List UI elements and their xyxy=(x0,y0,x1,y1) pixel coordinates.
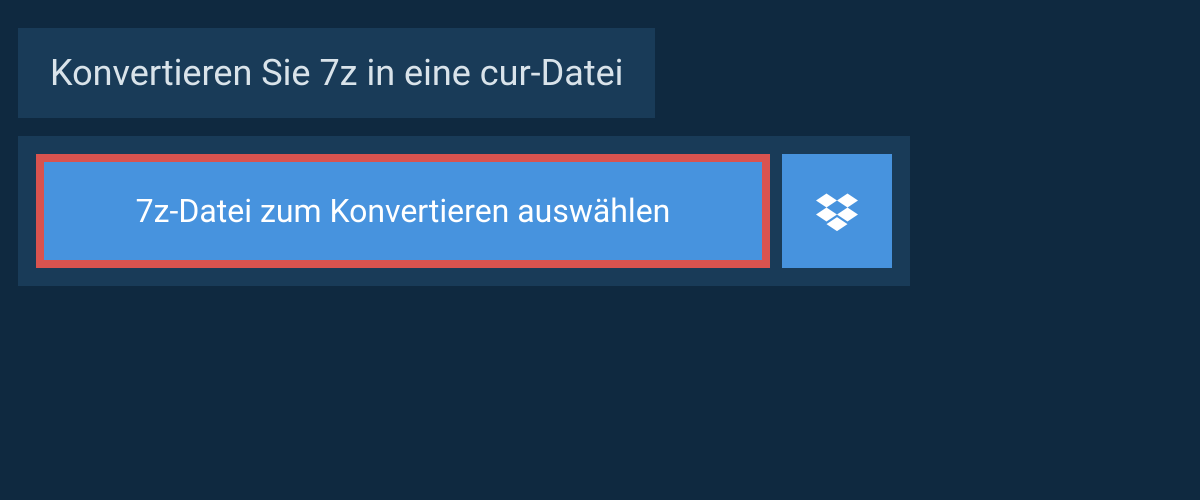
dropbox-button[interactable] xyxy=(782,154,892,268)
select-file-button[interactable]: 7z-Datei zum Konvertieren auswählen xyxy=(44,162,762,260)
page-header: Konvertieren Sie 7z in eine cur-Datei xyxy=(18,28,655,118)
dropbox-icon xyxy=(816,190,858,232)
page-title: Konvertieren Sie 7z in eine cur-Datei xyxy=(50,52,623,94)
select-file-label: 7z-Datei zum Konvertieren auswählen xyxy=(136,192,671,230)
file-select-panel: 7z-Datei zum Konvertieren auswählen xyxy=(18,136,910,286)
select-button-highlight: 7z-Datei zum Konvertieren auswählen xyxy=(36,154,770,268)
